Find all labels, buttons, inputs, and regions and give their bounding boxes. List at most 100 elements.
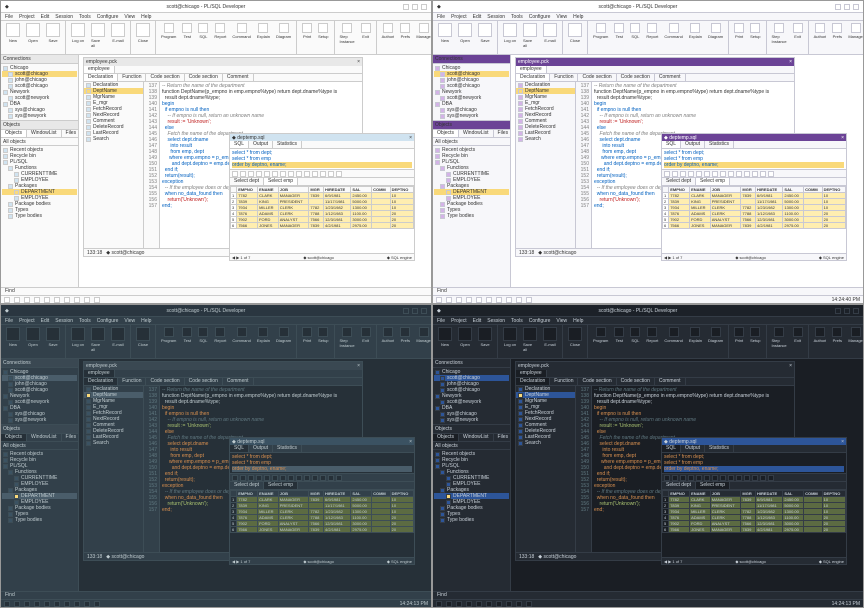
status-icon-1[interactable]: [446, 297, 452, 303]
ribbon-program-button[interactable]: Program: [159, 22, 178, 40]
sql-tool-6-icon[interactable]: [712, 171, 718, 177]
ribbon-program-button[interactable]: Program: [591, 326, 610, 344]
editor-close-icon[interactable]: ×: [357, 363, 360, 369]
ribbon-exit-button[interactable]: Exit: [791, 326, 805, 349]
sql-tool-5-icon[interactable]: [272, 475, 278, 481]
ribbon-log on-button[interactable]: Log on: [69, 326, 87, 353]
status-icon-0[interactable]: [436, 601, 442, 607]
objects-filter[interactable]: All objects: [1, 442, 78, 450]
editor-file-tab[interactable]: employee: [516, 66, 547, 73]
status-icon-5[interactable]: [54, 601, 60, 607]
menu-edit[interactable]: Edit: [473, 14, 482, 19]
ribbon-report-button[interactable]: Report: [212, 22, 228, 40]
menu-file[interactable]: File: [5, 318, 13, 323]
menu-file[interactable]: File: [437, 318, 445, 323]
sql-tool-13-icon[interactable]: [768, 475, 774, 481]
ribbon-authori-button[interactable]: Authori: [812, 326, 829, 344]
close-button[interactable]: [853, 308, 859, 314]
menu-help[interactable]: Help: [573, 14, 583, 19]
minimize-button[interactable]: [835, 308, 841, 314]
ribbon-new-button[interactable]: New: [436, 22, 454, 44]
ribbon-open-button[interactable]: Open: [456, 22, 474, 44]
status-icon-7[interactable]: [74, 297, 80, 303]
sql-result-grid[interactable]: EMPNOENAMEJOBMGRHIREDATESALCOMMDEPTNO177…: [230, 490, 414, 557]
sql-tab-sql[interactable]: SQL: [230, 445, 249, 452]
sql-tool-7-icon[interactable]: [288, 171, 294, 177]
status-icon-2[interactable]: [24, 601, 30, 607]
editor-file-tab[interactable]: employee: [516, 370, 547, 377]
sql-tool-8-icon[interactable]: [728, 171, 734, 177]
menu-tools[interactable]: Tools: [511, 14, 523, 19]
menu-tools[interactable]: Tools: [511, 318, 523, 323]
editor-section-tab[interactable]: Function: [550, 378, 578, 385]
sql-tool-4-icon[interactable]: [264, 475, 270, 481]
sql-result-tab[interactable]: Select dept: [230, 178, 264, 185]
outline-item[interactable]: Search: [516, 136, 575, 142]
sql-tab-output[interactable]: Output: [681, 141, 705, 148]
ribbon-open-button[interactable]: Open: [24, 22, 42, 44]
menu-project[interactable]: Project: [451, 318, 467, 323]
ribbon-close-button[interactable]: Close: [134, 326, 152, 348]
editor-file-tab[interactable]: employee: [84, 66, 115, 73]
ribbon-open-button[interactable]: Open: [24, 326, 42, 348]
ribbon-save-button[interactable]: Save: [44, 326, 62, 348]
ribbon-save all-button[interactable]: Save all: [521, 326, 539, 353]
ribbon-sql-button[interactable]: SQL: [628, 22, 642, 40]
ribbon-step instance-button[interactable]: Step Instance: [338, 326, 357, 349]
editor-section-tab[interactable]: Code section: [617, 378, 655, 385]
editor-close-icon[interactable]: ×: [789, 363, 792, 369]
menu-tools[interactable]: Tools: [79, 318, 91, 323]
status-icon-8[interactable]: [516, 297, 522, 303]
sql-tab-sql[interactable]: SQL: [230, 141, 249, 148]
ribbon-command-button[interactable]: Command: [662, 326, 684, 344]
ribbon-test-button[interactable]: Test: [180, 326, 194, 344]
sql-tool-2-icon[interactable]: [680, 475, 686, 481]
editor-section-tab[interactable]: Comment: [655, 378, 686, 385]
grid-row[interactable]: 67566JONESMANAGER78394/2/19812975.0020: [231, 223, 414, 229]
menu-configure[interactable]: Configure: [97, 14, 119, 19]
sql-close-icon[interactable]: ×: [409, 135, 412, 141]
sql-tab-output[interactable]: Output: [681, 445, 705, 452]
sql-tool-0-icon[interactable]: [232, 475, 238, 481]
ribbon-e-mail-button[interactable]: E-mail: [541, 326, 559, 353]
close-button[interactable]: [853, 4, 859, 10]
status-icon-4[interactable]: [476, 601, 482, 607]
menu-file[interactable]: File: [437, 14, 445, 19]
menu-project[interactable]: Project: [19, 318, 35, 323]
menu-tools[interactable]: Tools: [79, 14, 91, 19]
ribbon-save all-button[interactable]: Save all: [89, 22, 107, 49]
sql-result-tab[interactable]: Select emp: [264, 178, 298, 185]
status-icon-0[interactable]: [4, 297, 10, 303]
ribbon-sql-button[interactable]: SQL: [196, 22, 210, 40]
menu-view[interactable]: View: [556, 318, 567, 323]
sql-tool-9-icon[interactable]: [736, 171, 742, 177]
ribbon-new-button[interactable]: New: [436, 326, 454, 348]
menu-project[interactable]: Project: [19, 14, 35, 19]
maximize-button[interactable]: [412, 4, 418, 10]
ribbon-command-button[interactable]: Command: [230, 22, 252, 40]
objects-filter[interactable]: All objects: [1, 138, 78, 146]
ribbon-manage-button[interactable]: Manage: [414, 22, 432, 40]
ribbon-diagram-button[interactable]: Diagram: [274, 22, 293, 40]
sql-tool-10-icon[interactable]: [312, 475, 318, 481]
editor-section-tab[interactable]: Function: [118, 74, 146, 81]
sql-tool-6-icon[interactable]: [280, 171, 286, 177]
sql-source[interactable]: select * from dept;select * from emporde…: [662, 453, 846, 474]
editor-titlebar[interactable]: employee.pck×: [84, 58, 362, 66]
ribbon-new-button[interactable]: New: [4, 22, 22, 44]
status-icon-1[interactable]: [14, 297, 20, 303]
maximize-button[interactable]: [844, 308, 850, 314]
ribbon-setup-button[interactable]: Setup: [316, 22, 330, 40]
editor-close-icon[interactable]: ×: [789, 59, 792, 65]
ribbon-save-button[interactable]: Save: [476, 326, 494, 348]
outline-item[interactable]: Search: [84, 440, 143, 446]
menu-configure[interactable]: Configure: [529, 14, 551, 19]
ribbon-manage-button[interactable]: Manage: [414, 326, 432, 344]
sql-tool-1-icon[interactable]: [672, 475, 678, 481]
menu-configure[interactable]: Configure: [529, 318, 551, 323]
editor-section-tab[interactable]: Declaration: [516, 378, 550, 385]
sql-tool-12-icon[interactable]: [760, 171, 766, 177]
ribbon-manage-button[interactable]: Manage: [846, 22, 864, 40]
grid-row[interactable]: 67566JONESMANAGER78394/2/19812975.0020: [231, 527, 414, 533]
connection-item[interactable]: sys@newyork: [434, 113, 509, 119]
